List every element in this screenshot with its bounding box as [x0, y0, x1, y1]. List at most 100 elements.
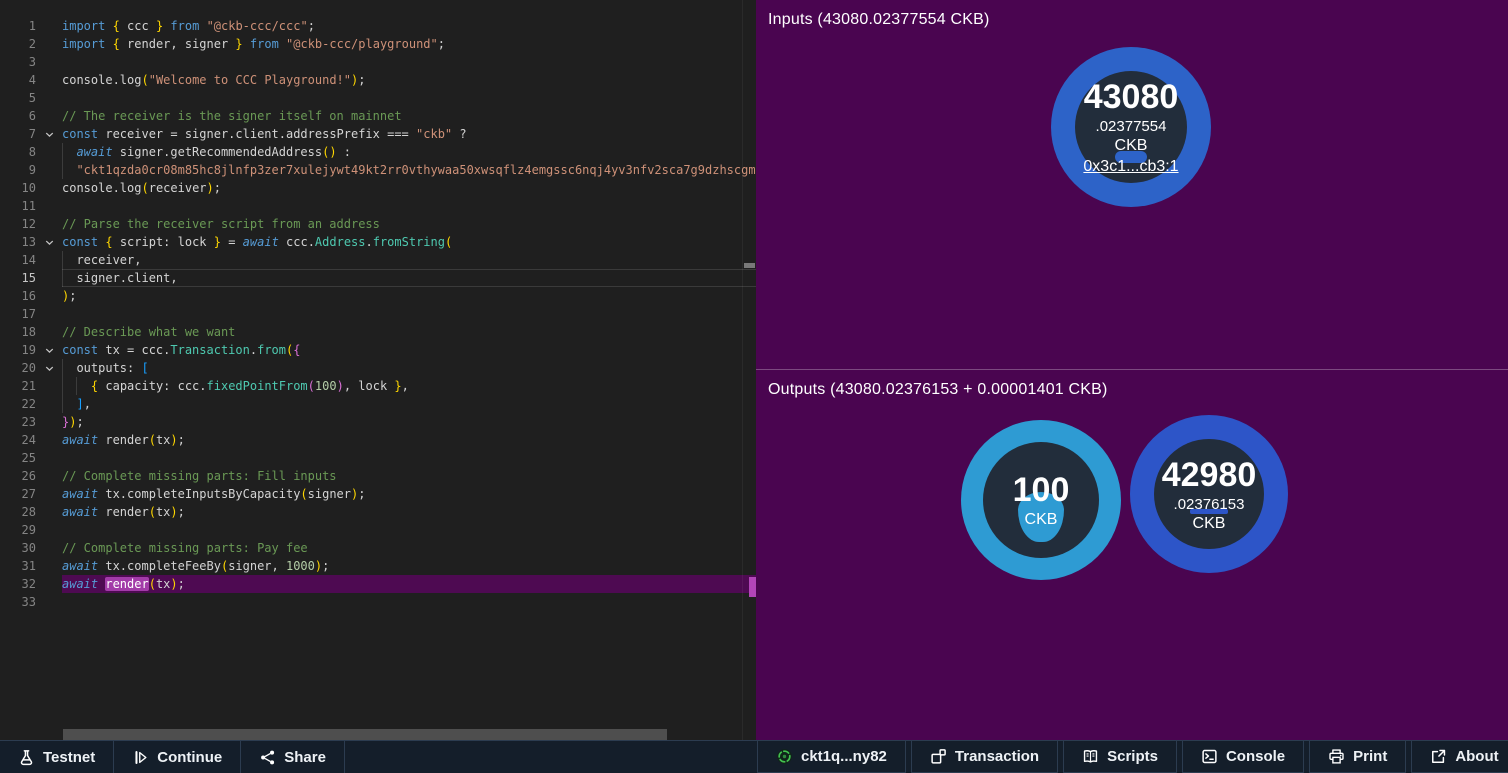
code-line-text[interactable]: // Parse the receiver script from an add…: [62, 215, 756, 233]
code-token: signer.client,: [62, 271, 178, 285]
code-line-text[interactable]: // The receiver is the signer itself on …: [62, 107, 756, 125]
code-line-text[interactable]: );: [62, 287, 756, 305]
toolbar-left-group: TestnetContinueShare: [0, 741, 345, 773]
code-line[interactable]: 8 await signer.getRecommendedAddress() :: [0, 143, 756, 161]
code-line[interactable]: 19 const tx = ccc.Transaction.from({: [0, 341, 756, 359]
code-line-text[interactable]: const receiver = signer.client.addressPr…: [62, 125, 756, 143]
code-line[interactable]: 22 ],: [0, 395, 756, 413]
code-line-text[interactable]: // Describe what we want: [62, 323, 756, 341]
code-token: "ckb": [416, 127, 452, 141]
code-line[interactable]: 21 { capacity: ccc.fixedPointFrom(100), …: [0, 377, 756, 395]
code-token: "ckt1qzda0cr08m85hc8jlnfp3zer7xulejywt49…: [76, 163, 755, 177]
code-line[interactable]: 7const receiver = signer.client.addressP…: [0, 125, 756, 143]
share-button[interactable]: Share: [241, 741, 345, 773]
code-line-text[interactable]: [62, 53, 756, 71]
outpoint-link[interactable]: 0x3c1...cb3:1: [1083, 156, 1178, 178]
fold-chevron-down-icon[interactable]: [36, 341, 62, 359]
code-line-text[interactable]: ],: [62, 395, 756, 413]
wallet-address-button[interactable]: ckt1q...ny82: [757, 741, 906, 773]
code-line[interactable]: 12// Parse the receiver script from an a…: [0, 215, 756, 233]
code-lines[interactable]: 1import { ccc } from "@ckb-ccc/ccc";2imp…: [0, 17, 756, 611]
horizontal-scrollbar[interactable]: [63, 729, 667, 740]
code-line-text[interactable]: const { script: lock } = await ccc.Addre…: [62, 233, 756, 251]
code-line[interactable]: 31await tx.completeFeeBy(signer, 1000);: [0, 557, 756, 575]
transaction-button[interactable]: Transaction: [911, 741, 1058, 773]
fold-chevron-down-icon[interactable]: [36, 125, 62, 143]
fold-gutter-spacer: [36, 449, 62, 467]
code-line-text[interactable]: console.log(receiver);: [62, 179, 756, 197]
code-line[interactable]: 26// Complete missing parts: Fill inputs: [0, 467, 756, 485]
code-line[interactable]: 30// Complete missing parts: Pay fee: [0, 539, 756, 557]
code-line[interactable]: 3: [0, 53, 756, 71]
fold-gutter-spacer: [36, 197, 62, 215]
code-line[interactable]: 14 receiver,: [0, 251, 756, 269]
code-line[interactable]: 29: [0, 521, 756, 539]
code-line[interactable]: 33: [0, 593, 756, 611]
button-label: ckt1q...ny82: [801, 748, 887, 765]
code-line[interactable]: 5: [0, 89, 756, 107]
about-button[interactable]: About: [1411, 741, 1508, 773]
continue-button[interactable]: Continue: [114, 741, 241, 773]
code-line[interactable]: 13const { script: lock } = await ccc.Add…: [0, 233, 756, 251]
code-line[interactable]: 18// Describe what we want: [0, 323, 756, 341]
fold-chevron-down-icon[interactable]: [36, 233, 62, 251]
code-line[interactable]: 10console.log(receiver);: [0, 179, 756, 197]
line-number: 19: [0, 341, 36, 359]
code-line[interactable]: 2import { render, signer } from "@ckb-cc…: [0, 35, 756, 53]
code-line-text[interactable]: // Complete missing parts: Fill inputs: [62, 467, 756, 485]
code-line-text[interactable]: signer.client,: [62, 269, 756, 287]
line-number: 21: [0, 377, 36, 395]
code-line[interactable]: 9 "ckt1qzda0cr08m85hc8jlnfp3zer7xulejywt…: [0, 161, 756, 179]
code-line-text[interactable]: // Complete missing parts: Pay fee: [62, 539, 756, 557]
code-line-text[interactable]: await signer.getRecommendedAddress() :: [62, 143, 756, 161]
code-token: (: [300, 487, 307, 501]
code-line-text[interactable]: import { render, signer } from "@ckb-ccc…: [62, 35, 756, 53]
code-line-text[interactable]: [62, 197, 756, 215]
capacity-amount: 42980: [1162, 455, 1257, 495]
code-line[interactable]: 24await render(tx);: [0, 431, 756, 449]
code-line[interactable]: 17: [0, 305, 756, 323]
outputs-cells: 100CKB42980.02376153CKB: [756, 370, 1508, 740]
code-token: ;: [178, 577, 185, 591]
code-token: Transaction: [170, 343, 249, 357]
code-line[interactable]: 15 signer.client,: [0, 269, 756, 287]
code-line-text[interactable]: [62, 89, 756, 107]
code-line[interactable]: 16);: [0, 287, 756, 305]
code-line-text[interactable]: [62, 593, 756, 611]
code-line[interactable]: 32await render(tx);: [0, 575, 756, 593]
fold-gutter-spacer: [36, 269, 62, 287]
code-line-text[interactable]: });: [62, 413, 756, 431]
scripts-button[interactable]: Scripts: [1063, 741, 1177, 773]
capacity-unit: CKB: [1193, 514, 1226, 534]
code-line-text[interactable]: "ckt1qzda0cr08m85hc8jlnfp3zer7xulejywt49…: [62, 161, 756, 179]
fold-chevron-down-icon[interactable]: [36, 359, 62, 377]
code-line[interactable]: 23});: [0, 413, 756, 431]
code-line-text[interactable]: await render(tx);: [62, 575, 756, 593]
code-line[interactable]: 27await tx.completeInputsByCapacity(sign…: [0, 485, 756, 503]
testnet-button[interactable]: Testnet: [0, 741, 114, 773]
code-line-text[interactable]: await tx.completeInputsByCapacity(signer…: [62, 485, 756, 503]
console-button[interactable]: Console: [1182, 741, 1304, 773]
code-line-text[interactable]: [62, 305, 756, 323]
code-line[interactable]: 28await render(tx);: [0, 503, 756, 521]
print-button[interactable]: Print: [1309, 741, 1406, 773]
code-line[interactable]: 1import { ccc } from "@ckb-ccc/ccc";: [0, 17, 756, 35]
code-line-text[interactable]: const tx = ccc.Transaction.from({: [62, 341, 756, 359]
code-line-text[interactable]: await render(tx);: [62, 431, 756, 449]
code-editor[interactable]: 1import { ccc } from "@ckb-ccc/ccc";2imp…: [0, 0, 756, 740]
code-line[interactable]: 11: [0, 197, 756, 215]
code-line-text[interactable]: import { ccc } from "@ckb-ccc/ccc";: [62, 17, 756, 35]
code-line-text[interactable]: console.log("Welcome to CCC Playground!"…: [62, 71, 756, 89]
code-line[interactable]: 6// The receiver is the signer itself on…: [0, 107, 756, 125]
code-line[interactable]: 20 outputs: [: [0, 359, 756, 377]
code-line[interactable]: 25: [0, 449, 756, 467]
code-line-text[interactable]: await tx.completeFeeBy(signer, 1000);: [62, 557, 756, 575]
code-line-text[interactable]: receiver,: [62, 251, 756, 269]
code-line-text[interactable]: { capacity: ccc.fixedPointFrom(100), loc…: [62, 377, 756, 395]
code-line-text[interactable]: await render(tx);: [62, 503, 756, 521]
code-line[interactable]: 4console.log("Welcome to CCC Playground!…: [0, 71, 756, 89]
fold-gutter-spacer: [36, 161, 62, 179]
code-line-text[interactable]: [62, 521, 756, 539]
code-line-text[interactable]: [62, 449, 756, 467]
code-line-text[interactable]: outputs: [: [62, 359, 756, 377]
